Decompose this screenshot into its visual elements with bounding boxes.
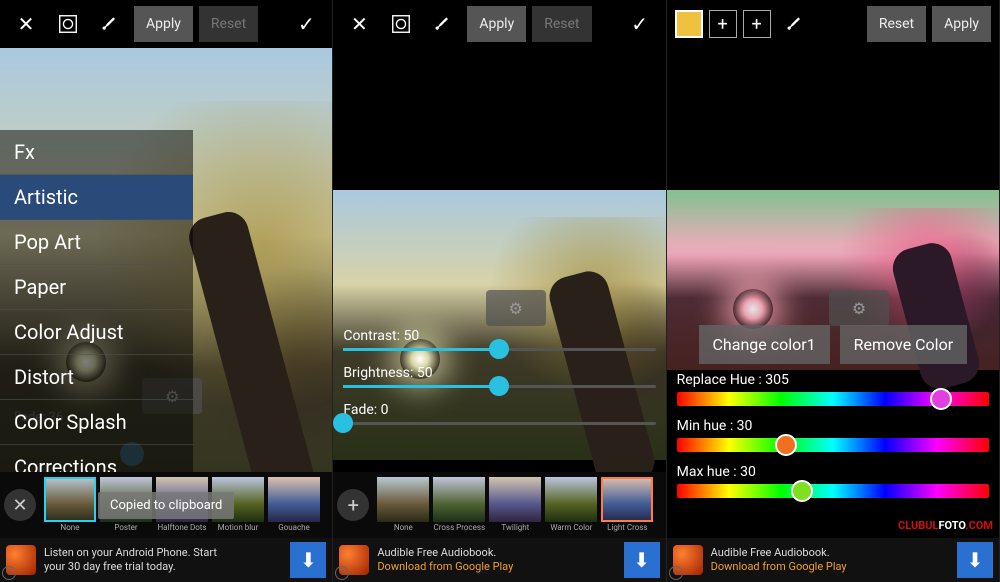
settings-float-icon[interactable]: ⚙ [486,290,546,326]
settings-float-icon[interactable]: ⚙ [829,290,889,326]
thumb-label: Twilight [489,522,541,533]
ad-info-icon[interactable]: i [669,566,683,580]
slider-track[interactable] [343,422,655,425]
thumb-cross-process[interactable]: Cross Process [433,477,485,533]
apply-button[interactable]: Apply [932,6,991,42]
apply-button[interactable]: Apply [134,6,193,42]
brush-icon[interactable] [425,6,461,42]
thumbnail-strip: + None Cross Process Twilight Warm Color Lig… [333,472,665,538]
ad-banner[interactable]: i Listen on your Android Phone. Start yo… [0,538,332,582]
confirm-icon[interactable]: ✓ [288,6,324,42]
panel-color-replace: + + Reset Apply ⚙ Change color1 Remove C… [667,0,1000,582]
ad-banner[interactable]: i Audible Free Audiobook. Download from … [667,538,999,582]
slider-label: Fade: 0 [343,402,655,418]
mask-icon[interactable] [383,6,419,42]
slider-track[interactable] [343,348,655,351]
remove-color-button[interactable]: Remove Color [840,325,967,364]
thumb-warm-color[interactable]: Warm Color [545,477,597,533]
brush-icon[interactable] [92,6,128,42]
reset-button[interactable]: Reset [867,6,926,42]
ad-text: Listen on your Android Phone. Start your… [44,546,282,574]
hue-handle[interactable] [775,434,797,456]
toolbar: ✕ Apply Reset ✓ [0,0,332,48]
hue-label: Max hue : 30 [677,464,989,480]
menu-item-fx[interactable]: Fx [0,130,193,175]
thumbnail-strip: ✕ None Poster Halftone Dots Motion blur Goua… [0,472,332,538]
hue-slider-2: Max hue : 30 [677,464,989,498]
close-icon[interactable]: ✕ [8,6,44,42]
mask-icon[interactable] [50,6,86,42]
thumb-label: Poster [100,522,152,533]
thumb-label: Gouache [268,522,320,533]
apply-button[interactable]: Apply [467,6,526,42]
thumb-label: None [44,522,96,533]
hue-label: Replace Hue : 305 [677,372,989,388]
hue-handle[interactable] [930,388,952,410]
add-preset-button[interactable]: + [337,489,369,521]
adjust-sliders: Contrast: 50 Brightness: 50 Fade: 0 [343,328,655,439]
close-icon[interactable]: ✕ [341,6,377,42]
add-color-button-2[interactable]: + [743,10,771,38]
download-icon[interactable]: ⬇ [957,542,993,578]
thumb-label: None [377,522,429,533]
thumb-label: Warm Color [545,522,597,533]
ad-banner[interactable]: i Audible Free Audiobook. Download from … [333,538,665,582]
ad-text: Audible Free Audiobook. Download from Go… [377,546,615,574]
fx-category-menu: FxArtisticPop ArtPaperColor AdjustDistor… [0,130,193,490]
thumb-none[interactable]: None [44,477,96,533]
slider-handle[interactable] [489,376,509,396]
slider-handle[interactable] [333,413,353,433]
close-thumbs-button[interactable]: ✕ [4,489,36,521]
change-color-button[interactable]: Change color1 [699,325,830,364]
menu-item-paper[interactable]: Paper [0,265,193,310]
ad-info-icon[interactable]: i [335,566,349,580]
ad-text: Audible Free Audiobook. Download from Go… [711,546,949,574]
thumb-gouache[interactable]: Gouache [268,477,320,533]
reset-button[interactable]: Reset [199,6,258,42]
slider-brightness: Brightness: 50 [343,365,655,388]
slider-track[interactable] [343,385,655,388]
hue-track[interactable] [677,484,989,498]
hue-track[interactable] [677,438,989,452]
thumb-twilight[interactable]: Twilight [489,477,541,533]
menu-item-artistic[interactable]: Artistic [0,175,193,220]
thumb-none[interactable]: None [377,477,429,533]
watermark: CLUBULFOTO.COM [898,519,993,532]
reset-button[interactable]: Reset [532,6,591,42]
hue-handle[interactable] [791,480,813,502]
menu-item-distort[interactable]: Distort [0,355,193,400]
hue-slider-0: Replace Hue : 305 [677,372,989,406]
brush-icon[interactable] [777,6,813,42]
toolbar: ✕ Apply Reset ✓ [333,0,665,48]
menu-item-pop-art[interactable]: Pop Art [0,220,193,265]
slider-fade: Fade: 0 [343,402,655,425]
ad-info-icon[interactable]: i [2,566,16,580]
add-color-button[interactable]: + [709,10,737,38]
slider-contrast: Contrast: 50 [343,328,655,351]
panel-adjust-sliders: ✕ Apply Reset ✓ ⚙ Contrast: 50 Brightness… [333,0,666,582]
download-icon[interactable]: ⬇ [624,542,660,578]
confirm-icon[interactable]: ✓ [622,6,658,42]
hue-track[interactable] [677,392,989,406]
thumb-label: Halftone Dots [156,522,208,533]
panel-fx-menu: ✕ Apply Reset ✓ ⚙ Fade: 36 FxArtisticPop… [0,0,333,582]
toast-message: Copied to clipboard [98,492,234,519]
thumb-label: Motion blur [212,522,264,533]
menu-item-color-splash[interactable]: Color Splash [0,400,193,445]
thumb-label: Light Cross [601,522,653,533]
download-icon[interactable]: ⬇ [290,542,326,578]
hue-sliders: Replace Hue : 305 Min hue : 30 Max hue : 3… [677,372,989,510]
color-action-row: Change color1 Remove Color [667,325,999,364]
slider-handle[interactable] [489,339,509,359]
thumb-light-cross[interactable]: Light Cross [601,477,653,533]
hue-slider-1: Min hue : 30 [677,418,989,452]
thumb-label: Cross Process [433,522,485,533]
color-swatch-primary[interactable] [675,10,703,38]
menu-item-color-adjust[interactable]: Color Adjust [0,310,193,355]
hue-label: Min hue : 30 [677,418,989,434]
toolbar: + + Reset Apply [667,0,999,48]
